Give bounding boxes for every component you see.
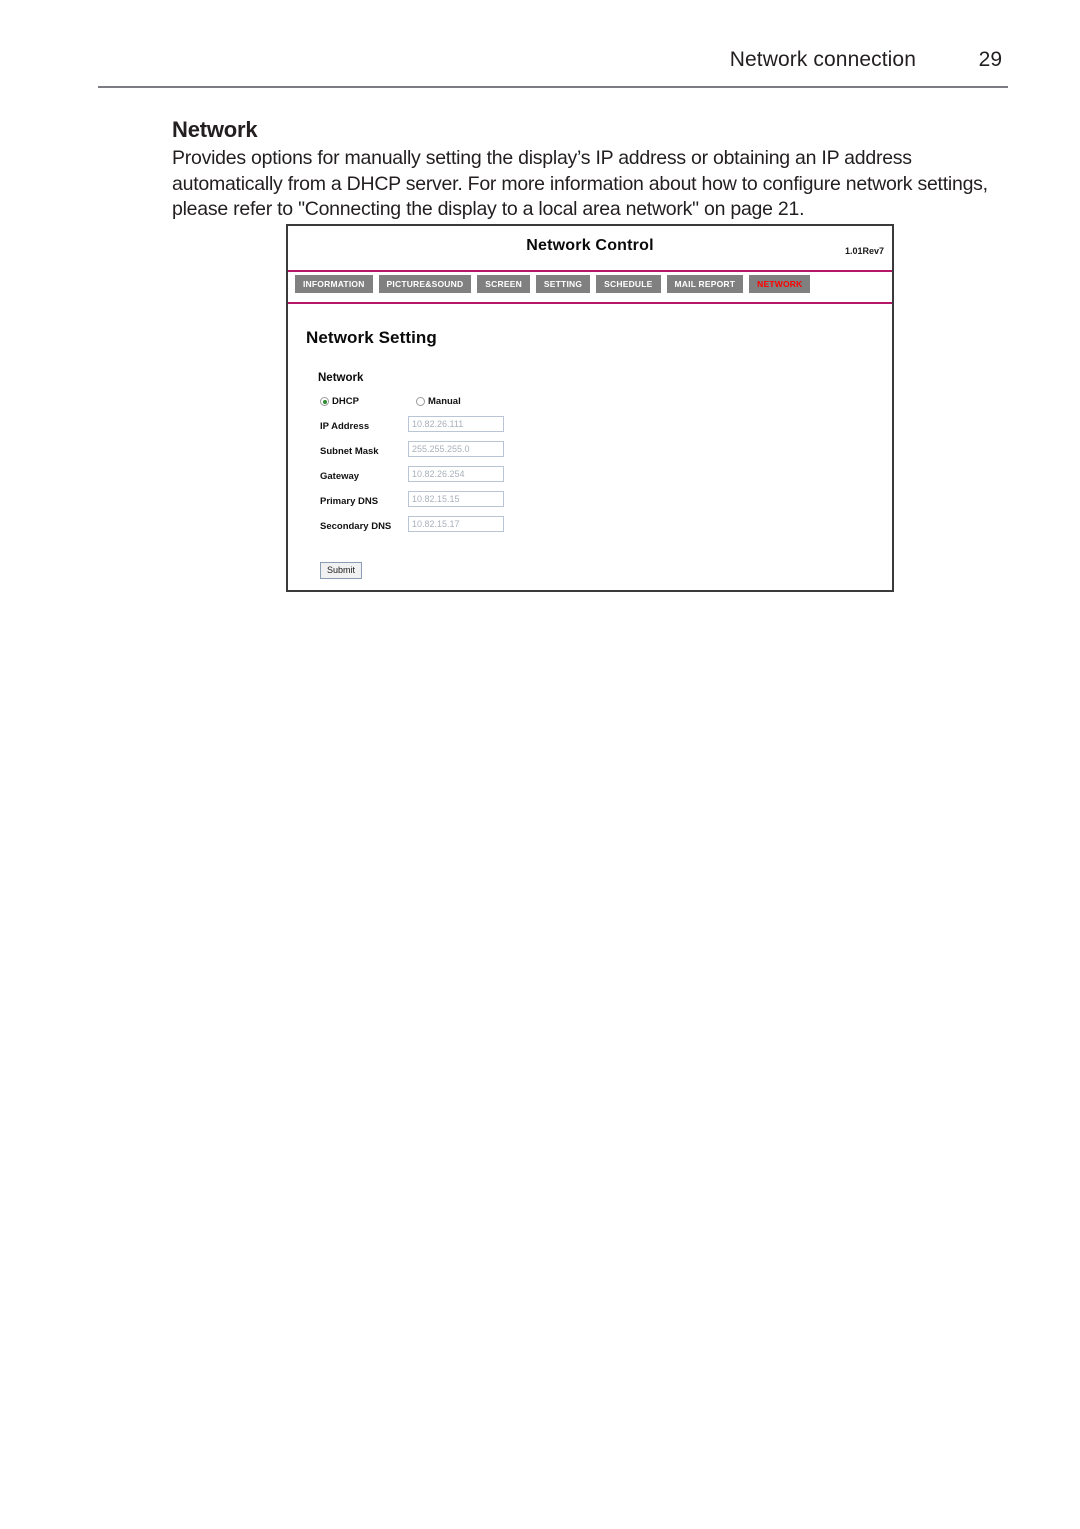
field-label: Subnet Mask xyxy=(320,446,379,457)
field-input[interactable]: 10.82.26.111 xyxy=(408,416,504,432)
field-input[interactable]: 255.255.255.0 xyxy=(408,441,504,457)
tab-schedule[interactable]: SCHEDULE xyxy=(596,275,661,293)
tab-setting[interactable]: SETTING xyxy=(535,275,591,293)
field-row: Secondary DNS 10.82.15.17 xyxy=(320,516,620,541)
network-group-label: Network xyxy=(318,372,364,384)
device-titlebar: Network Control 1.01Rev7 xyxy=(288,226,892,270)
radio-option-manual[interactable]: Manual xyxy=(416,396,461,407)
field-row: Primary DNS 10.82.15.15 xyxy=(320,491,620,516)
radio-indicator-manual[interactable] xyxy=(416,397,425,406)
field-row: Gateway 10.82.26.254 xyxy=(320,466,620,491)
firmware-version-label: 1.01Rev7 xyxy=(844,246,884,256)
submit-button[interactable]: Submit xyxy=(320,562,363,579)
page-header-title: Network connection xyxy=(729,48,916,71)
device-title: Network Control xyxy=(526,237,654,254)
field-label: IP Address xyxy=(320,421,370,432)
tab-picture-sound[interactable]: PICTURE&SOUND xyxy=(378,275,472,293)
field-row: IP Address 10.82.26.111 xyxy=(320,416,620,441)
device-tabbar: INFORMATION PICTURE&SOUND SCREEN SETTING SCH… xyxy=(288,272,892,302)
radio-indicator-dhcp[interactable] xyxy=(320,397,329,406)
field-input[interactable]: 10.82.15.17 xyxy=(408,516,504,532)
field-label: Gateway xyxy=(320,471,360,482)
settings-heading: Network Setting xyxy=(306,328,437,347)
field-input[interactable]: 10.82.15.15 xyxy=(408,491,504,507)
radio-label-dhcp: DHCP xyxy=(332,396,359,407)
field-label: Secondary DNS xyxy=(320,521,392,532)
body-paragraph: Provides options for manually setting th… xyxy=(172,147,988,220)
radio-label-manual: Manual xyxy=(428,396,461,407)
field-row: Subnet Mask 255.255.255.0 xyxy=(320,441,620,466)
tab-screen[interactable]: SCREEN xyxy=(477,275,530,293)
page-number: 29 xyxy=(978,48,1002,71)
page-title: Network xyxy=(172,117,258,142)
field-label: Primary DNS xyxy=(320,496,379,507)
device-web-ui-figure: Network Control 1.01Rev7 INFORMATION PICT… xyxy=(286,224,894,592)
network-fields-list: IP Address 10.82.26.111 Subnet Mask 255.255… xyxy=(320,416,620,541)
network-mode-radio-group: DHCP Manual xyxy=(320,396,560,410)
field-input[interactable]: 10.82.26.254 xyxy=(408,466,504,482)
tab-network[interactable]: NETWORK xyxy=(749,275,811,293)
page-header: Network connection 29 xyxy=(98,48,1008,90)
divider-bottom xyxy=(288,302,892,304)
header-divider xyxy=(98,86,1008,88)
tab-information[interactable]: INFORMATION xyxy=(295,275,373,293)
tab-mail-report[interactable]: MAIL REPORT xyxy=(666,275,744,293)
radio-option-dhcp[interactable]: DHCP xyxy=(320,396,359,407)
